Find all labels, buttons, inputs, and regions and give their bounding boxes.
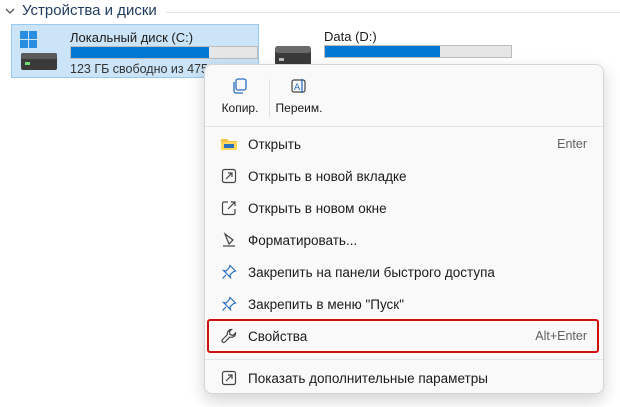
- menu-item-pin-start[interactable]: Закрепить в меню "Пуск": [209, 289, 599, 319]
- menu-item-open-new-tab[interactable]: Открыть в новой вкладке: [209, 161, 599, 191]
- menu-item-open-new-tab-label: Открыть в новой вкладке: [248, 168, 407, 184]
- system-drive-icon: [20, 31, 58, 78]
- open-new-window-icon: [219, 198, 239, 218]
- quick-actions-bar: Копир. A Переим.: [211, 73, 328, 119]
- pin-icon: [219, 262, 239, 282]
- drive-c-name: Локальный диск (C:): [70, 30, 194, 45]
- format-icon: [219, 230, 239, 250]
- group-header-devices[interactable]: Устройства и диски: [4, 2, 157, 19]
- menu-item-open-new-window[interactable]: Открыть в новом окне: [209, 193, 599, 223]
- svg-text:A: A: [294, 83, 301, 93]
- more-options-icon: [219, 368, 239, 388]
- menu-item-open-new-window-label: Открыть в новом окне: [248, 200, 387, 216]
- drive-d-name: Data (D:): [324, 29, 377, 44]
- open-new-tab-icon: [219, 166, 239, 186]
- copy-label: Копир.: [221, 101, 259, 115]
- drive-c-usage-bar: [70, 46, 258, 59]
- drive-d-usage-bar: [324, 45, 512, 58]
- menu-separator: [205, 126, 603, 127]
- menu-item-open[interactable]: Открыть Enter: [209, 129, 599, 159]
- menu-item-pin-start-label: Закрепить в меню "Пуск": [248, 296, 404, 312]
- menu-item-open-label: Открыть: [248, 136, 302, 152]
- folder-icon: [219, 134, 239, 154]
- chevron-down-icon: [5, 8, 15, 14]
- menu-item-format-label: Форматировать...: [248, 232, 358, 248]
- context-menu: Копир. A Переим. Открыть Enter Открыть в…: [204, 64, 604, 394]
- menu-item-pin-quick-access[interactable]: Закрепить на панели быстрого доступа: [209, 257, 599, 287]
- pin-icon: [219, 294, 239, 314]
- menu-item-format[interactable]: Форматировать...: [209, 225, 599, 255]
- properties-highlight-box: [207, 319, 599, 353]
- menu-separator: [205, 359, 603, 360]
- drive-c-free-space: 123 ГБ свободно из 475 ГБ: [70, 62, 227, 76]
- rename-button[interactable]: A Переим.: [270, 73, 328, 119]
- menu-item-more-options-label: Показать дополнительные параметры: [248, 370, 488, 386]
- copy-icon: [233, 78, 247, 94]
- rename-icon: A: [291, 79, 306, 93]
- group-divider: [166, 12, 620, 13]
- drive-c-usage-fill: [71, 47, 209, 58]
- rename-label: Переим.: [275, 101, 323, 115]
- menu-item-open-shortcut: Enter: [557, 137, 587, 151]
- menu-item-more-options[interactable]: Показать дополнительные параметры: [209, 363, 599, 393]
- menu-item-pin-quick-access-label: Закрепить на панели быстрого доступа: [248, 264, 495, 280]
- copy-button[interactable]: Копир.: [211, 73, 269, 119]
- group-title: Устройства и диски: [22, 2, 157, 19]
- drive-d-usage-fill: [325, 46, 441, 57]
